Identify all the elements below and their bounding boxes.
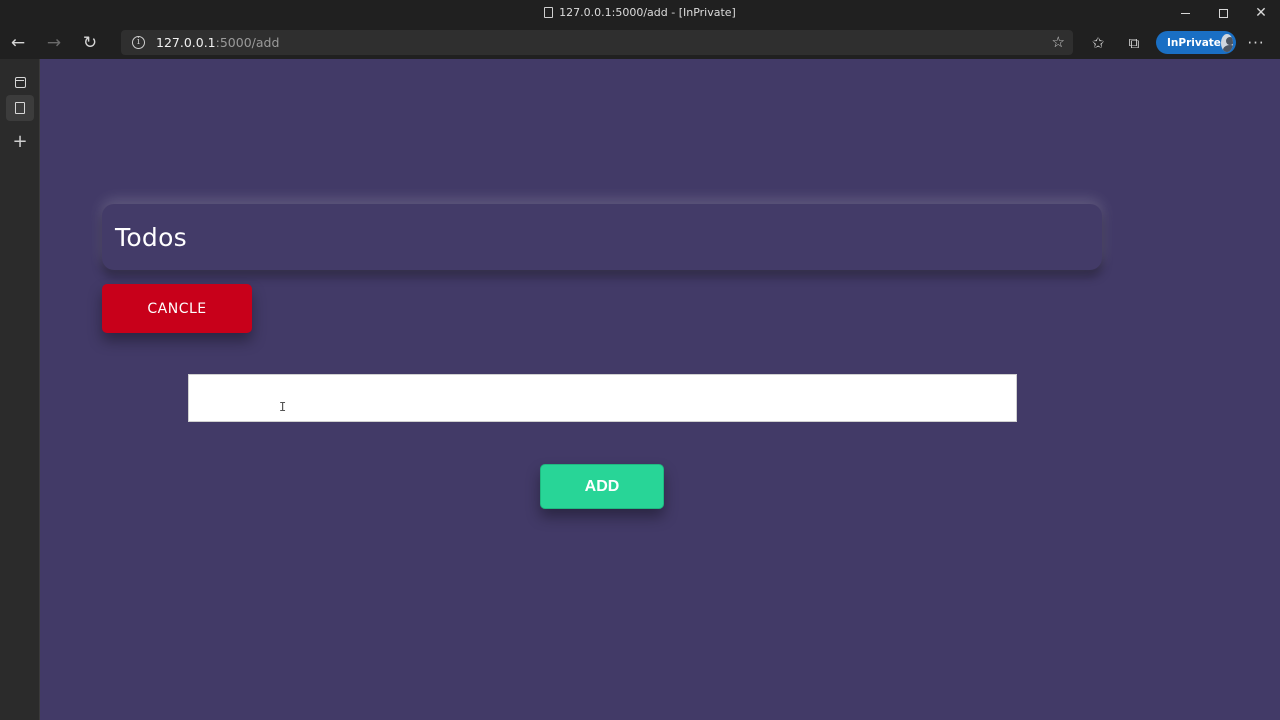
refresh-button[interactable]: ↻ [72,27,108,59]
avatar-icon [1220,33,1233,52]
header-card: Todos [102,204,1102,270]
url-path: :5000/add [215,35,280,50]
favorites-icon[interactable]: ✩ [1080,27,1116,59]
inprivate-label: InPrivate [1167,36,1221,49]
collections-icon[interactable]: ⧉ [1116,27,1152,59]
favorite-add-icon[interactable]: ☆ [1052,33,1065,51]
todo-input[interactable] [188,374,1017,422]
page-icon [15,102,25,114]
tabs-icon [14,76,26,88]
cancel-button[interactable]: CANCLE [102,284,252,333]
plus-icon: + [12,131,28,152]
close-window-button[interactable]: ✕ [1242,0,1280,26]
tab-actions-button[interactable] [6,69,34,95]
page-icon [544,7,554,18]
inprivate-badge[interactable]: InPrivate [1156,31,1236,54]
refresh-icon: ↻ [82,32,98,53]
url-host: 127.0.0.1 [156,35,216,50]
forward-arrow-icon: → [46,32,62,53]
minimize-icon [1180,12,1190,14]
restore-icon [1218,8,1228,18]
window-controls: ✕ [1166,0,1280,26]
window-title: 127.0.0.1:5000/add - [InPrivate] [0,6,1280,19]
page-viewport: Todos CANCLE I ADD [40,59,1280,720]
back-button[interactable]: ← [0,27,36,59]
add-button[interactable]: ADD [540,464,664,509]
browser-toolbar: ← → ↻ i 127.0.0.1:5000/add ☆ ✩ ⧉ InPriva… [0,26,1280,59]
address-bar[interactable]: i 127.0.0.1:5000/add ☆ [121,30,1073,55]
info-icon[interactable]: i [132,36,145,49]
title-bar: 127.0.0.1:5000/add - [InPrivate] ✕ [0,0,1280,26]
minimize-button[interactable] [1166,0,1204,26]
close-icon: ✕ [1255,5,1267,21]
new-tab-button[interactable]: + [6,129,34,155]
page-title: Todos [115,222,188,252]
restore-button[interactable] [1204,0,1242,26]
window-title-text: 127.0.0.1:5000/add - [InPrivate] [559,6,736,19]
text-cursor-icon: I [279,400,287,414]
more-icon[interactable]: ··· [1236,34,1276,52]
back-arrow-icon: ← [10,32,26,53]
vertical-tabs-sidebar: + [0,59,40,720]
toolbar-right: ✩ ⧉ InPrivate ··· [1080,26,1276,59]
url-text[interactable]: 127.0.0.1:5000/add [156,35,279,50]
tab-current-page[interactable] [6,95,34,121]
forward-button[interactable]: → [36,27,72,59]
